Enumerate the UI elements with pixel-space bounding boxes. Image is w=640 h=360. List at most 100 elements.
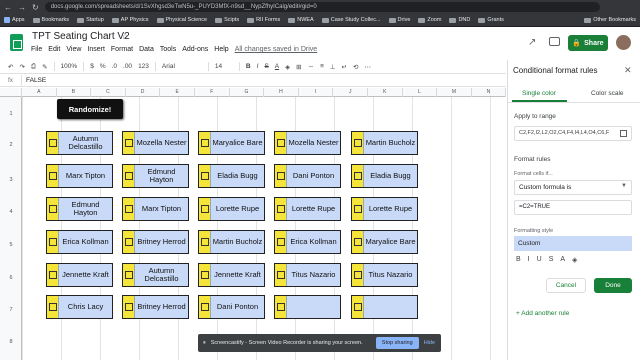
more-icon[interactable]: ⋯: [364, 63, 371, 71]
row-header[interactable]: 6: [0, 275, 22, 281]
seat-checkbox[interactable]: [200, 205, 209, 213]
underline-icon[interactable]: U: [537, 256, 542, 264]
seat-card[interactable]: Eladia Bugg: [351, 164, 418, 188]
strikethrough-button[interactable]: S: [264, 63, 268, 70]
seat-checkbox[interactable]: [276, 172, 285, 180]
italic-button[interactable]: I: [257, 63, 259, 70]
seat-checkbox[interactable]: [353, 303, 362, 311]
rotate-icon[interactable]: ⟲: [353, 63, 358, 71]
redo-icon[interactable]: ↷: [19, 63, 24, 71]
fill-color-icon[interactable]: ◈: [572, 256, 577, 264]
seat-checkbox[interactable]: [276, 303, 285, 311]
font-select[interactable]: Arial: [162, 63, 202, 70]
column-header[interactable]: H: [264, 88, 299, 97]
row-header[interactable]: 5: [0, 242, 22, 248]
seat-checkbox[interactable]: [200, 238, 209, 246]
seat-card[interactable]: Dani Ponton: [198, 295, 265, 319]
done-button[interactable]: Done: [594, 278, 632, 293]
seat-checkbox[interactable]: [353, 238, 362, 246]
italic-icon[interactable]: I: [528, 256, 530, 264]
seat-card[interactable]: Maryalice Bare: [198, 131, 265, 155]
fill-color-icon[interactable]: ◈: [285, 63, 290, 71]
seat-card[interactable]: Marx Tipton: [122, 197, 189, 221]
column-header[interactable]: D: [126, 88, 161, 97]
save-status[interactable]: All changes saved in Drive: [235, 46, 318, 53]
merge-icon[interactable]: ⇔: [308, 63, 315, 70]
star-icon[interactable]: ☆: [121, 31, 129, 42]
seat-card[interactable]: [351, 295, 418, 319]
seat-card[interactable]: Lorette Rupe: [351, 197, 418, 221]
seat-card[interactable]: Eladia Bugg: [198, 164, 265, 188]
seat-card[interactable]: Martin Bucholz: [198, 230, 265, 254]
bold-icon[interactable]: B: [516, 256, 521, 264]
menu-view[interactable]: View: [66, 46, 81, 53]
hide-button[interactable]: Hide: [424, 340, 441, 346]
seat-card[interactable]: Dani Ponton: [274, 164, 341, 188]
tab-single-color[interactable]: Single color: [522, 90, 556, 97]
column-header[interactable]: I: [299, 88, 334, 97]
seat-card[interactable]: Autumn Delcastillo: [46, 131, 113, 155]
seat-checkbox[interactable]: [124, 271, 133, 279]
column-header[interactable]: C: [91, 88, 126, 97]
seat-card[interactable]: [274, 295, 341, 319]
avatar[interactable]: [616, 35, 631, 50]
text-color-icon[interactable]: A: [560, 256, 565, 264]
seat-card[interactable]: Marx Tipton: [46, 164, 113, 188]
column-header[interactable]: A: [22, 88, 57, 97]
seat-checkbox[interactable]: [48, 205, 57, 213]
seat-checkbox[interactable]: [124, 238, 133, 246]
seat-checkbox[interactable]: [353, 205, 362, 213]
column-header[interactable]: K: [368, 88, 403, 97]
seat-checkbox[interactable]: [48, 172, 57, 180]
bookmark-item[interactable]: RII Forms: [247, 17, 280, 23]
add-rule-link[interactable]: + Add another rule: [516, 310, 569, 317]
bold-button[interactable]: B: [246, 63, 251, 70]
bookmark-item[interactable]: Zoom: [418, 17, 441, 23]
text-color-button[interactable]: A: [275, 63, 279, 70]
sheets-logo-icon[interactable]: [10, 34, 23, 51]
seat-checkbox[interactable]: [48, 238, 57, 246]
undo-icon[interactable]: ↶: [8, 63, 13, 71]
seat-checkbox[interactable]: [200, 271, 209, 279]
seat-card[interactable]: Jennette Kraft: [46, 263, 113, 287]
seat-card[interactable]: Mozella Nester: [122, 131, 189, 155]
bookmark-item[interactable]: AP Physics: [111, 17, 149, 23]
print-icon[interactable]: ⎙: [31, 63, 36, 71]
seat-checkbox[interactable]: [124, 205, 133, 213]
valign-icon[interactable]: ⊥: [330, 63, 336, 71]
chevron-down-icon[interactable]: ▼: [621, 183, 627, 189]
row-header[interactable]: 1: [0, 111, 22, 117]
font-size-select[interactable]: 14: [215, 63, 233, 70]
currency-button[interactable]: $: [90, 63, 94, 70]
seat-card[interactable]: Lorette Rupe: [198, 197, 265, 221]
seat-card[interactable]: Britney Herrod: [122, 230, 189, 254]
seat-checkbox[interactable]: [353, 139, 362, 147]
decimal-decrease-button[interactable]: .0: [112, 63, 117, 70]
bookmark-item[interactable]: Apps: [4, 17, 25, 23]
column-header[interactable]: N: [472, 88, 507, 97]
seat-checkbox[interactable]: [200, 303, 209, 311]
paint-format-icon[interactable]: ✎: [42, 63, 47, 71]
seat-checkbox[interactable]: [353, 271, 362, 279]
seat-card[interactable]: Erica Kollman: [46, 230, 113, 254]
cancel-button[interactable]: Cancel: [546, 278, 586, 293]
column-header[interactable]: L: [403, 88, 438, 97]
seat-checkbox[interactable]: [124, 172, 133, 180]
activity-trend-icon[interactable]: ↗: [528, 37, 536, 48]
custom-formula-input[interactable]: =C2=TRUE: [514, 200, 632, 215]
seat-card[interactable]: Edmund Hayton: [46, 197, 113, 221]
column-header[interactable]: G: [230, 88, 265, 97]
bookmark-item[interactable]: Other Bookmarks: [584, 17, 636, 23]
seat-checkbox[interactable]: [353, 172, 362, 180]
column-header[interactable]: M: [437, 88, 472, 97]
seat-checkbox[interactable]: [48, 139, 57, 147]
align-icon[interactable]: ≡: [320, 63, 324, 70]
row-header[interactable]: 7: [0, 307, 22, 313]
more-formats-button[interactable]: 123: [138, 63, 149, 70]
menu-edit[interactable]: Edit: [48, 46, 60, 53]
seat-checkbox[interactable]: [124, 139, 133, 147]
reload-icon[interactable]: ↻: [32, 3, 39, 12]
seat-card[interactable]: Autumn Delcastillo: [122, 263, 189, 287]
seat-card[interactable]: Maryalice Bare: [351, 230, 418, 254]
decimal-increase-button[interactable]: .00: [123, 63, 132, 70]
